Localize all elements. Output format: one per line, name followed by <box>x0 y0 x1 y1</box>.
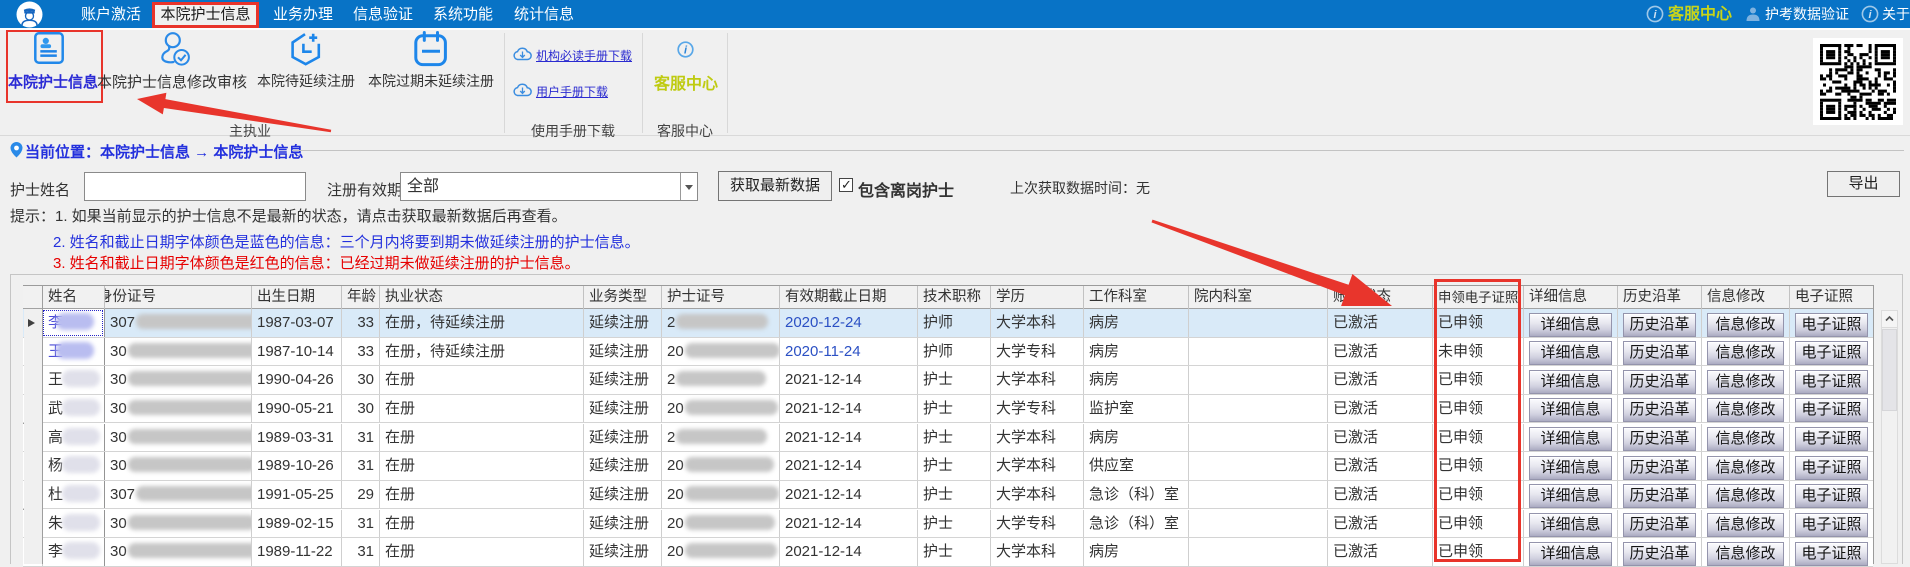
svg-text:i: i <box>1868 9 1872 21</box>
svg-text:i: i <box>684 45 688 57</box>
svg-text:i: i <box>1653 9 1657 21</box>
